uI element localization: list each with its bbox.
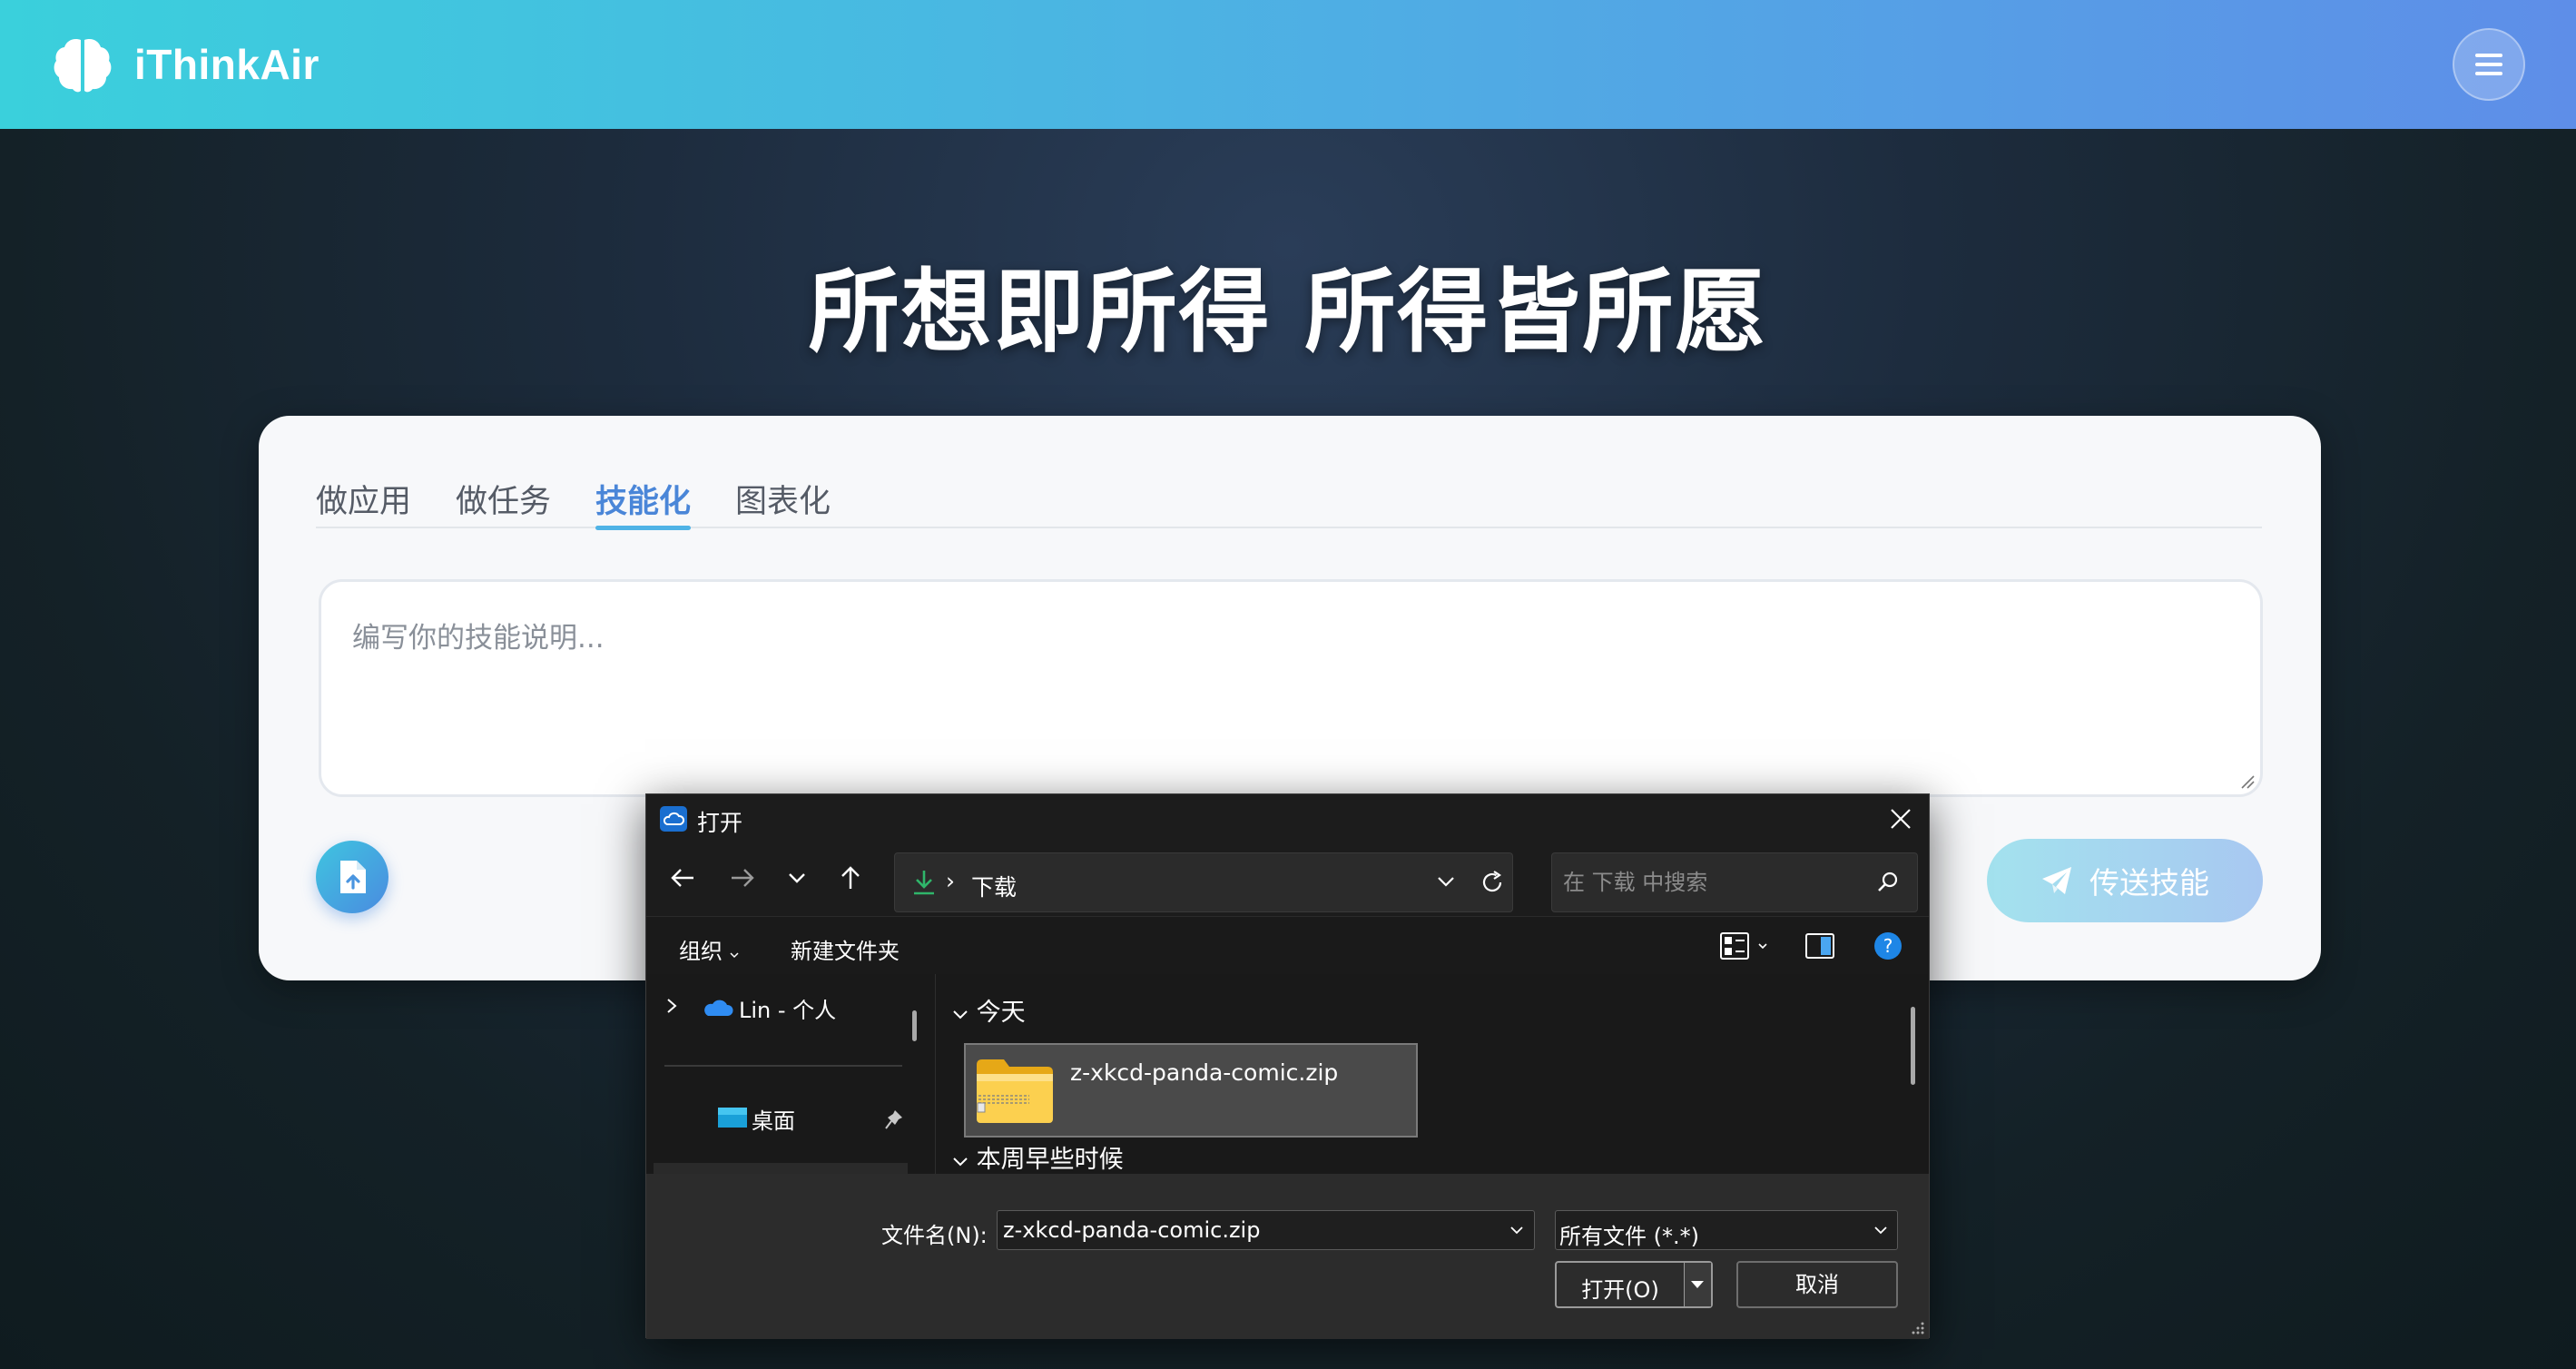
dialog-title: 打开 <box>697 810 743 836</box>
file-name-combobox <box>997 1210 1535 1250</box>
top-navbar: iThinkAir <box>0 0 2576 129</box>
hamburger-icon <box>2475 54 2502 57</box>
dialog-search-box <box>1551 852 1918 912</box>
recent-locations-button[interactable] <box>781 862 813 894</box>
skill-description-input[interactable] <box>321 582 2260 794</box>
caret-down-icon <box>1691 1281 1704 1288</box>
open-button[interactable]: 打开(O) <box>1555 1261 1713 1308</box>
dialog-footer: 文件名(N): 所有文件 (*.*) 打开(O) 取消 <box>646 1174 1929 1339</box>
breadcrumb-downloads[interactable]: 下载 <box>971 870 1017 902</box>
open-button-label: 打开(O) <box>1581 1277 1659 1303</box>
group-label-earlier-this-week: 本周早些时候 <box>976 1146 1124 1174</box>
file-pane-scrollbar[interactable] <box>1911 1007 1915 1085</box>
group-label-today: 今天 <box>976 999 1026 1027</box>
breadcrumb-separator: › <box>946 868 955 894</box>
download-icon <box>914 871 934 895</box>
up-folder-button[interactable] <box>834 862 867 894</box>
onedrive-cloud-icon <box>704 1000 733 1016</box>
file-name: z-xkcd-panda-comic.zip <box>1070 1059 1339 1086</box>
chevron-down-icon <box>953 1157 968 1167</box>
dropdown-caret-icon <box>730 952 739 959</box>
dialog-search-input[interactable] <box>1552 853 1861 911</box>
file-type-select[interactable]: 所有文件 (*.*) <box>1555 1210 1898 1250</box>
send-skill-button[interactable]: 传送技能 <box>1987 839 2263 922</box>
open-file-dialog: 打开 › 下载 在 下载 中搜索 组织 新建文件夹 ? Lin - 个人 桌面 … <box>645 793 1930 1339</box>
nav-divider <box>664 1065 902 1067</box>
view-layout-icon <box>1720 932 1767 960</box>
chevron-right-icon <box>667 999 677 1013</box>
help-icon: ? <box>1874 932 1902 960</box>
preview-pane-button[interactable] <box>1804 931 1835 964</box>
tab-skill[interactable]: 技能化 <box>595 476 692 530</box>
back-button[interactable] <box>666 862 699 894</box>
organize-menu[interactable]: 组织 <box>679 933 739 965</box>
address-bar[interactable]: › 下载 <box>894 852 1513 912</box>
address-history-chevron-icon[interactable] <box>1436 875 1456 888</box>
desktop-icon <box>718 1108 747 1128</box>
group-header-earlier-this-week[interactable]: 本周早些时候 <box>952 1139 1124 1174</box>
brand-name: iThinkAir <box>134 41 320 88</box>
file-name-input[interactable] <box>998 1211 1488 1249</box>
zip-folder-icon <box>977 1059 1053 1123</box>
tab-chart[interactable]: 图表化 <box>735 476 831 528</box>
chevron-down-icon <box>789 873 805 883</box>
dialog-body: Lin - 个人 桌面 今天 z-xkcd-panda-comic.zip 本周… <box>646 974 1929 1174</box>
cloud-icon <box>660 806 687 832</box>
brain-icon <box>54 38 112 93</box>
nav-item-onedrive[interactable]: Lin - 个人 <box>664 990 909 1027</box>
hamburger-menu-button[interactable] <box>2453 28 2525 101</box>
nav-item-desktop[interactable]: 桌面 <box>664 1101 909 1138</box>
hero-title: 所想即所得 所得皆所愿 <box>808 259 1768 365</box>
resize-grip-icon[interactable] <box>1911 1321 1925 1335</box>
dialog-command-bar: 组织 新建文件夹 ? <box>646 916 1929 974</box>
arrow-left-icon <box>671 869 693 887</box>
brand[interactable]: iThinkAir <box>51 33 320 96</box>
dialog-titlebar[interactable]: 打开 <box>646 794 1929 843</box>
pin-icon[interactable] <box>884 1108 904 1130</box>
svg-text:?: ? <box>1883 935 1893 957</box>
paper-plane-icon <box>2042 867 2071 894</box>
help-button[interactable]: ? <box>1873 931 1903 964</box>
file-item[interactable]: z-xkcd-panda-comic.zip <box>964 1043 1418 1138</box>
nav-label-desktop: 桌面 <box>752 1108 795 1134</box>
nav-item-next[interactable] <box>654 1163 908 1174</box>
chevron-down-icon <box>1874 1226 1887 1235</box>
group-header-today[interactable]: 今天 <box>952 992 1026 1028</box>
arrow-right-icon <box>732 869 754 887</box>
tab-do-task[interactable]: 做任务 <box>456 476 551 528</box>
resize-handle-icon[interactable] <box>2238 773 2255 789</box>
file-type-value: 所有文件 (*.*) <box>1559 1224 1699 1249</box>
send-skill-label: 传送技能 <box>2089 865 2209 901</box>
mode-tabs: 做应用 做任务 技能化 图表化 <box>316 476 2262 530</box>
dialog-navigation-bar: › 下载 <box>646 843 1929 916</box>
refresh-icon[interactable] <box>1480 870 1505 895</box>
preview-pane-icon <box>1805 933 1834 959</box>
organize-label: 组织 <box>679 939 723 964</box>
file-upload-icon <box>340 861 366 893</box>
chevron-down-icon[interactable] <box>1509 1226 1524 1235</box>
navigation-pane: Lin - 个人 桌面 <box>646 974 935 1174</box>
arrow-up-icon <box>841 866 860 889</box>
cancel-button[interactable]: 取消 <box>1736 1261 1898 1308</box>
open-options-dropdown[interactable] <box>1684 1263 1711 1306</box>
chevron-down-icon <box>953 1010 968 1019</box>
file-list-pane: 今天 z-xkcd-panda-comic.zip 本周早些时候 <box>935 974 1929 1174</box>
upload-file-button[interactable] <box>316 841 388 913</box>
new-folder-button[interactable]: 新建文件夹 <box>791 933 900 965</box>
nav-pane-scrollbar[interactable] <box>912 1010 917 1041</box>
view-options-button[interactable] <box>1719 931 1768 964</box>
file-name-label: 文件名(N): <box>881 1223 988 1248</box>
skill-description-box <box>319 579 2263 797</box>
tab-make-app[interactable]: 做应用 <box>316 476 411 528</box>
search-icon[interactable] <box>1875 870 1901 895</box>
close-icon[interactable] <box>1889 807 1912 831</box>
forward-button[interactable] <box>726 862 759 894</box>
nav-label-onedrive: Lin - 个人 <box>739 998 837 1023</box>
